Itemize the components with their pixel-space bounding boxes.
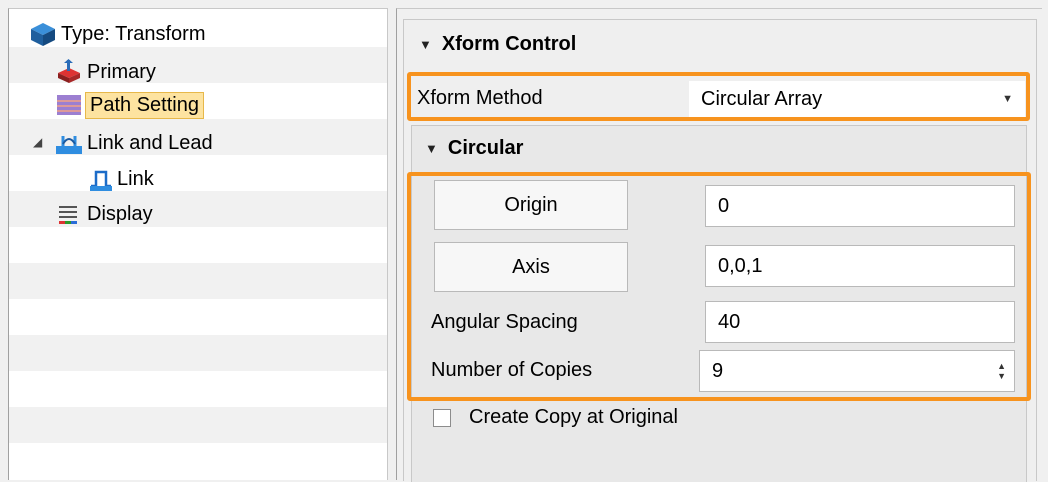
circular-title: Circular [447, 137, 524, 159]
origin-input[interactable]: 0 [705, 185, 1015, 227]
tree-item-label: Link [117, 167, 154, 190]
origin-button[interactable]: Origin [434, 180, 628, 230]
origin-button-label: Origin [504, 193, 558, 216]
axis-value: 0,0,1 [718, 254, 763, 277]
axis-input[interactable]: 0,0,1 [705, 245, 1015, 287]
tree-row-stripe [9, 263, 387, 299]
collapse-triangle-icon: ▼ [419, 37, 432, 52]
tree-row-stripe [9, 407, 387, 443]
xform-method-value: Circular Array [701, 87, 823, 110]
tree-item-display[interactable]: Display [55, 199, 153, 229]
tree-item-type-transform[interactable]: Type: Transform [29, 19, 206, 49]
tree-item-label: Link and Lead [87, 131, 213, 154]
number-of-copies-spinner[interactable]: 9 ▲ ▼ [699, 350, 1015, 392]
spinner-arrows-icon[interactable]: ▲ ▼ [997, 361, 1006, 381]
tree-item-label: Primary [87, 60, 156, 83]
tree-item-link-and-lead[interactable]: Link and Lead [55, 128, 213, 158]
tree-item-label: Type: Transform [61, 22, 206, 45]
xform-control-title: Xform Control [441, 33, 577, 55]
tree-item-primary[interactable]: Primary [55, 57, 156, 87]
display-icon [55, 201, 83, 227]
axis-button[interactable]: Axis [434, 242, 628, 292]
xform-method-dropdown[interactable]: Circular Array ▼ [689, 81, 1025, 117]
path-setting-icon [55, 92, 83, 118]
angular-spacing-input[interactable]: 40 [705, 301, 1015, 343]
primary-icon [55, 59, 83, 85]
collapse-triangle-icon: ▼ [425, 141, 438, 156]
create-copy-checkbox[interactable] [433, 409, 451, 427]
origin-value: 0 [718, 194, 730, 217]
number-of-copies-value: 9 [712, 359, 724, 382]
link-icon [89, 166, 113, 192]
properties-panel: ▼ Xform Control Xform Method Circular Ar… [396, 8, 1042, 482]
tree-item-link[interactable]: Link [89, 164, 154, 194]
axis-button-label: Axis [512, 255, 550, 278]
link-and-lead-icon [55, 130, 83, 156]
dropdown-arrow-icon: ▼ [1002, 93, 1013, 105]
feature-tree-panel: Type: Transform Primary Path Setting ◢ L… [8, 8, 388, 480]
cube-icon [29, 21, 57, 47]
tree-row-stripe [9, 335, 387, 371]
tree-item-label: Display [87, 202, 153, 225]
xform-method-label: Xform Method [417, 87, 543, 109]
collapse-triangle-icon[interactable]: ◢ [33, 135, 42, 149]
xform-control-header[interactable]: ▼ Xform Control [419, 33, 576, 56]
angular-spacing-label: Angular Spacing [431, 311, 578, 333]
angular-spacing-value: 40 [718, 310, 741, 333]
create-copy-label: Create Copy at Original [469, 406, 678, 428]
number-of-copies-label: Number of Copies [431, 359, 593, 381]
circular-header[interactable]: ▼ Circular [425, 137, 523, 160]
tree-item-label: Path Setting [85, 91, 204, 119]
tree-item-path-setting[interactable]: Path Setting [55, 90, 204, 120]
